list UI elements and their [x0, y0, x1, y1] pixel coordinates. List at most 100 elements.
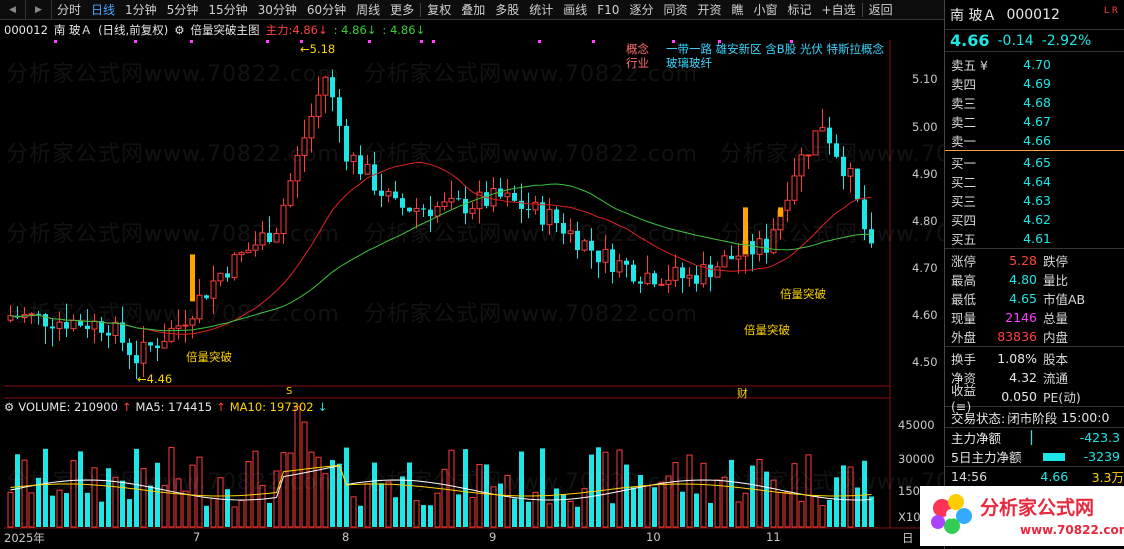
row-label: 买二: [951, 175, 977, 190]
row-label-2: 总量: [1043, 311, 1069, 326]
volume-bar: [862, 460, 867, 527]
kline-chart[interactable]: [0, 0, 944, 549]
candle-body: [294, 154, 301, 182]
candle-body: [490, 187, 497, 207]
row-value: 4.64: [1023, 174, 1051, 189]
row-label-2: 股本: [1043, 352, 1069, 367]
candle-body: [238, 252, 245, 256]
row-label: 卖二: [951, 115, 977, 130]
candle-body: [217, 272, 224, 282]
candle-body: [267, 232, 272, 243]
volume-bar: [631, 487, 636, 527]
main-net5-row: 5日主力净额 -3239: [945, 447, 1124, 466]
volume-bar: [379, 483, 384, 527]
row-label: 现量: [951, 311, 977, 326]
volume-bar: [750, 465, 755, 527]
volume-bar: [287, 452, 294, 528]
candle-body: [85, 325, 90, 330]
volume-bar: [238, 499, 245, 528]
bids-row: 买二 4.64: [945, 172, 1124, 191]
volume-bar: [721, 476, 728, 528]
volume-bar: [350, 496, 357, 528]
ma-line-green: [10, 183, 872, 332]
volume-bar: [337, 463, 342, 527]
volume-bar: [735, 501, 742, 528]
volume-settings-icon[interactable]: ⚙: [4, 400, 14, 414]
logo-petal: [931, 515, 945, 529]
signal-dot: [54, 40, 57, 43]
candle-body: [407, 207, 412, 212]
volume-bar: [204, 505, 209, 527]
candle-body: [252, 244, 259, 251]
row-label-2: 量比: [1043, 273, 1069, 288]
trade-state: 闭市阶段: [1007, 410, 1058, 426]
volume-bar: [869, 496, 874, 527]
candle-body: [526, 208, 531, 210]
break-highlight: [190, 254, 195, 302]
volume-bar: [672, 462, 679, 528]
row-value: 4.65: [1023, 155, 1051, 170]
volume-bar: [476, 464, 483, 528]
row-label: 卖五 ¥: [951, 58, 988, 73]
candle-body: [708, 264, 713, 278]
date-tick: 8: [342, 530, 350, 544]
tick-p: 4.66: [1040, 469, 1069, 484]
volume-bar: [441, 468, 448, 528]
candle-body: [827, 127, 832, 144]
candle-body: [134, 355, 139, 364]
quote-price-row: 4.66 -0.14 -2.92%: [945, 30, 1124, 52]
volume-bar: [812, 495, 819, 528]
volume-bar: [708, 502, 713, 527]
volume-bar: [252, 450, 259, 528]
candle-body: [512, 193, 517, 201]
candle-body: [624, 260, 629, 265]
stats-row: 最低 4.65 市值AB: [945, 289, 1124, 308]
row-label: 外盘: [951, 330, 977, 345]
quote-title: 南 玻Ａ 000012 L R: [945, 0, 1124, 30]
candle-body: [504, 192, 511, 198]
candle-body: [350, 154, 357, 163]
break-highlight: [743, 207, 748, 255]
volume-bar: [575, 506, 580, 527]
volume-bar: [155, 462, 160, 527]
volume-tick: 45000: [898, 418, 935, 432]
candle-body: [714, 266, 721, 278]
candle-body: [155, 345, 160, 349]
candle-body: [448, 197, 455, 203]
volume-bar: [469, 496, 476, 528]
volume-bar: [729, 459, 734, 527]
volume-bar: [267, 502, 272, 527]
candle-body: [337, 97, 342, 126]
volume-bar: [393, 497, 398, 527]
candle-body: [456, 198, 461, 200]
candle-body: [161, 340, 168, 349]
site-logo: 分析家公式网 www.70822.com: [920, 486, 1124, 546]
volume-bar: [140, 468, 147, 528]
stats2-row: 收益(≡) 0.050 PE(动): [945, 383, 1124, 414]
candle-body: [694, 275, 699, 284]
price-change: -0.14: [997, 32, 1034, 49]
volume-bar: [546, 503, 553, 528]
volume-header: ⚙ VOLUME: 210900 ↑ MA5: 174415 ↑ MA10: 197…: [4, 400, 328, 414]
signal-dot: [672, 40, 675, 43]
volume-bar: [148, 485, 153, 527]
candle-body: [315, 94, 322, 118]
candle-body: [372, 164, 377, 191]
bid-list: 买一 4.65 买二 4.64 买三 4.63 买四 4.62 买五 4.61: [945, 151, 1124, 248]
signal-dot: [790, 40, 793, 43]
main-net-row: 主力净额 ▏ -423.3: [945, 428, 1124, 447]
candle-body: [428, 209, 433, 217]
candle-body: [175, 325, 182, 329]
price-tick: 5.10: [912, 72, 938, 86]
volume-bar: [519, 451, 524, 527]
trade-state-label: 交易状态:: [951, 410, 1006, 426]
volume-bar: [112, 476, 119, 528]
volume-tick: X10: [898, 510, 921, 524]
row-value: 2146: [1005, 310, 1037, 325]
break-highlight: [778, 207, 783, 217]
row-label: 卖三: [951, 96, 977, 111]
volume-bar: [421, 505, 426, 527]
volume-bar: [855, 487, 860, 527]
row-value: 4.69: [1023, 76, 1051, 91]
row-label: 买四: [951, 213, 977, 228]
